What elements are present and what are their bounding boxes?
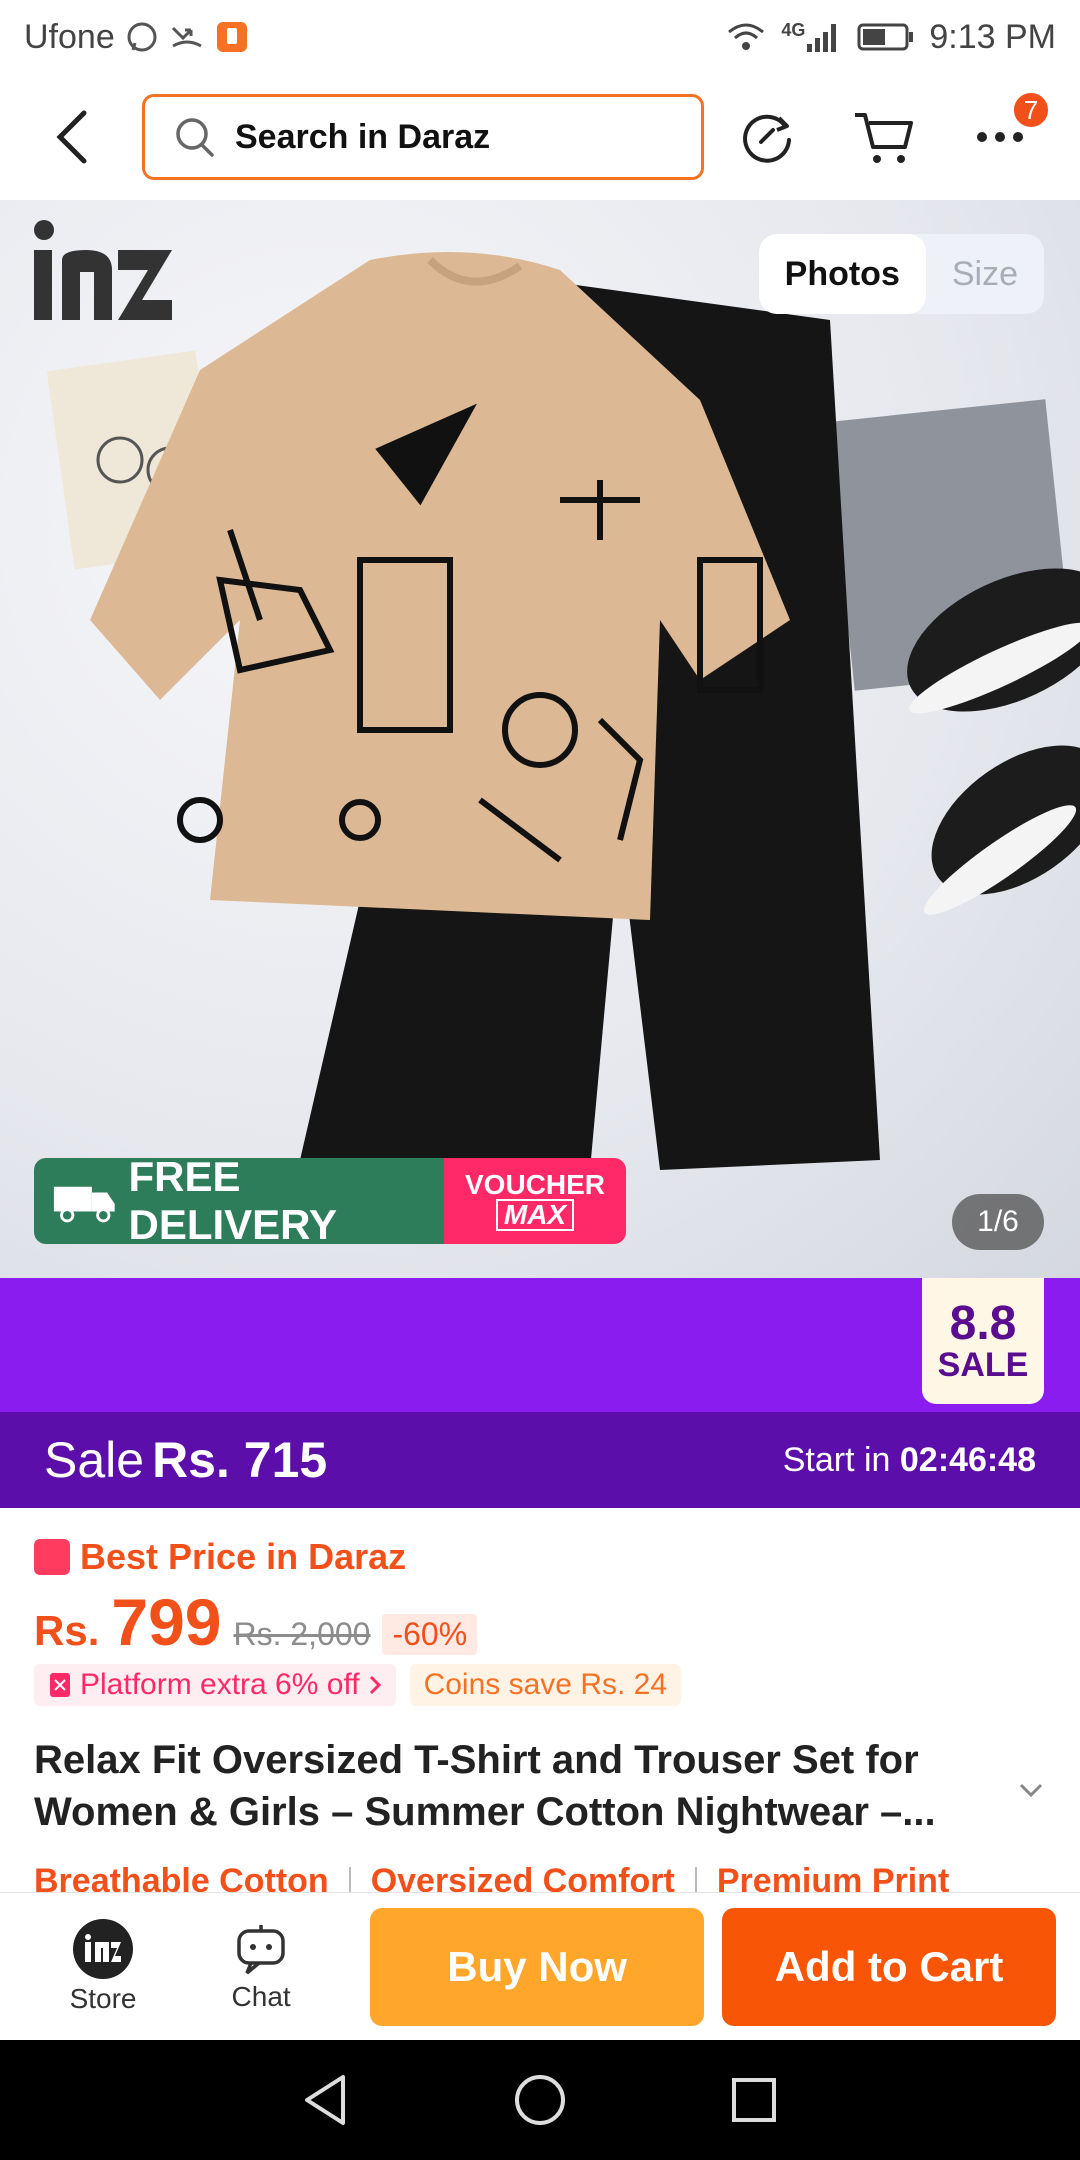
voucher-label: VOUCHER — [464, 1169, 605, 1200]
voucher-icon — [50, 1673, 70, 1697]
product-title[interactable]: Relax Fit Oversized T-Shirt and Trouser … — [34, 1734, 1014, 1838]
gallery-tabs: Photos Size — [758, 234, 1044, 314]
add-to-cart-button[interactable]: Add to Cart — [722, 1907, 1056, 2026]
notification-badge: 7 — [1012, 91, 1050, 129]
offer-chips: Platform extra 6% off Coins save Rs. 24 — [34, 1664, 682, 1706]
sale-tag-number: 8.8 — [949, 1297, 1017, 1350]
carrier-name: Ufone — [24, 17, 115, 56]
sale-tag-label: SALE — [937, 1346, 1029, 1384]
clock: 9:13 PM — [929, 17, 1056, 56]
original-price: Rs. 2,000 — [233, 1616, 371, 1652]
sale-label: Sale — [44, 1432, 145, 1488]
bottom-action-bar: Store Chat Buy Now Add to Cart — [0, 1892, 1080, 2040]
more-menu-button[interactable]: 7 — [964, 91, 1050, 173]
sale-price-bar: Sale Rs. 715 Start in 02:46:48 — [0, 1412, 1080, 1508]
signal-icon: 4G — [781, 20, 843, 54]
store-icon — [73, 1918, 134, 1979]
platform-discount-chip[interactable]: Platform extra 6% off — [34, 1664, 396, 1706]
voucher-max-label: MAX — [495, 1199, 575, 1231]
tab-photos[interactable]: Photos — [758, 234, 926, 314]
search-input[interactable]: Search in Daraz — [235, 118, 490, 157]
search-bar[interactable]: Search in Daraz — [142, 94, 704, 180]
nav-recents-icon[interactable] — [729, 2075, 779, 2125]
more-icon — [977, 132, 1023, 142]
sale-price: Rs. 715 — [152, 1432, 328, 1488]
start-label: Start in — [782, 1440, 891, 1479]
top-header: Search in Daraz 7 — [0, 74, 1080, 200]
promo-banner: FREE DELIVERY VOUCHER MAX — [34, 1158, 626, 1244]
chevron-right-icon — [369, 1675, 381, 1695]
chat-icon — [237, 1924, 285, 1974]
discount-badge: -60% — [382, 1614, 478, 1655]
history-button[interactable] — [732, 101, 804, 173]
nav-back-icon[interactable] — [301, 2073, 351, 2127]
chevron-left-icon — [56, 110, 87, 164]
app-notification-icon — [215, 20, 249, 54]
whatsapp-icon — [125, 20, 159, 54]
history-icon — [743, 114, 791, 163]
sale-countdown: Start in 02:46:48 — [783, 1441, 1036, 1480]
countdown-timer: 02:46:48 — [899, 1440, 1036, 1479]
wifi-icon — [725, 20, 767, 54]
battery-icon — [857, 22, 915, 52]
nav-home-icon[interactable] — [512, 2072, 568, 2128]
buy-now-button[interactable]: Buy Now — [370, 1907, 705, 2026]
chevron-down-icon — [1019, 1783, 1043, 1798]
missed-call-icon — [169, 20, 205, 54]
sale-event-tag: 8.8 SALE — [922, 1278, 1044, 1404]
cart-icon — [855, 113, 913, 163]
chat-label: Chat — [231, 1980, 291, 2012]
best-price-text: Best Price in Daraz — [80, 1536, 407, 1577]
search-icon — [176, 118, 214, 157]
best-price-icon — [34, 1539, 70, 1575]
status-bar: Ufone 4G 9:13 PM — [0, 0, 1080, 74]
store-button[interactable]: Store — [24, 1918, 182, 2015]
store-label: Store — [69, 1982, 137, 2014]
best-price-label: Best Price in Daraz — [34, 1536, 406, 1578]
price-row: Rs. 799 Rs. 2,000 -60% — [34, 1584, 478, 1660]
sale-banner — [0, 1278, 1080, 1412]
tab-size[interactable]: Size — [926, 234, 1044, 314]
cart-button[interactable] — [848, 101, 920, 173]
expand-title-button[interactable] — [1018, 1782, 1044, 1803]
product-photo — [46, 252, 1080, 1170]
free-delivery-label: FREE DELIVERY — [128, 1158, 337, 1244]
image-counter: 1/6 — [952, 1194, 1044, 1250]
coins-text: Coins save Rs. 24 — [423, 1668, 668, 1701]
system-nav-bar — [0, 2040, 1080, 2160]
price-amount: 799 — [111, 1585, 222, 1659]
coins-chip[interactable]: Coins save Rs. 24 — [409, 1664, 682, 1706]
platform-discount-text: Platform extra 6% off — [80, 1668, 360, 1701]
product-image-gallery[interactable]: Photos Size FREE DELIVERY VOUCHER MAX 1/… — [0, 200, 1080, 1278]
chat-button[interactable]: Chat — [182, 1921, 340, 2013]
back-button[interactable] — [24, 89, 120, 185]
delivery-truck-icon — [53, 1186, 115, 1223]
brand-logo — [26, 210, 176, 340]
price-currency: Rs. — [34, 1607, 100, 1654]
network-type: 4G — [781, 20, 806, 40]
